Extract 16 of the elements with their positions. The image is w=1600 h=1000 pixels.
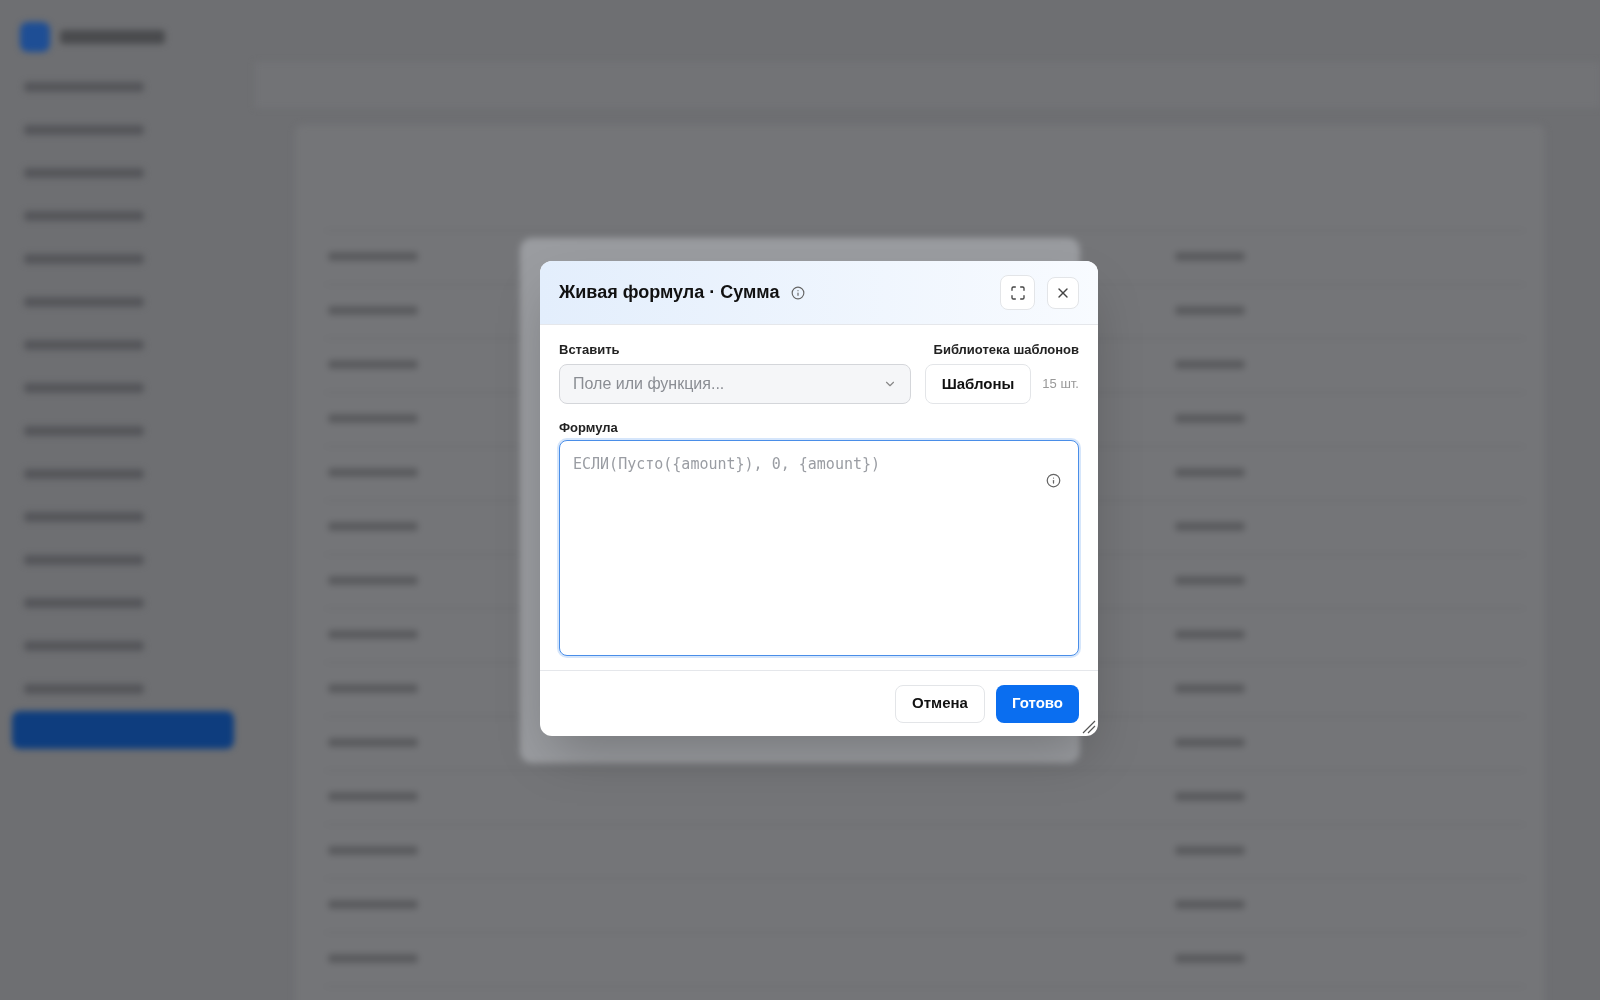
formula-label: Формула bbox=[559, 419, 619, 434]
info-icon[interactable] bbox=[791, 285, 806, 300]
dialog-title: Живая формула · Сумма bbox=[559, 281, 780, 304]
expand-button[interactable] bbox=[1000, 275, 1035, 310]
templates-count: 15 шт. bbox=[1042, 375, 1079, 394]
expand-icon bbox=[1009, 284, 1026, 301]
done-button[interactable]: Готово bbox=[995, 684, 1079, 723]
templates-button[interactable]: Шаблоны bbox=[924, 364, 1032, 404]
templates-label: Библиотека шаблонов bbox=[933, 341, 1079, 356]
resize-handle-icon bbox=[1080, 718, 1096, 734]
cancel-button[interactable]: Отмена bbox=[895, 684, 985, 723]
info-icon[interactable] bbox=[1046, 473, 1061, 488]
formula-field[interactable]: ЕСЛИ(Пусто({amount}), 0, {amount}) bbox=[559, 440, 1079, 656]
insert-label: Вставить bbox=[559, 341, 621, 356]
select-placeholder: Поле или функция... bbox=[573, 374, 726, 394]
close-button[interactable] bbox=[1047, 276, 1079, 309]
